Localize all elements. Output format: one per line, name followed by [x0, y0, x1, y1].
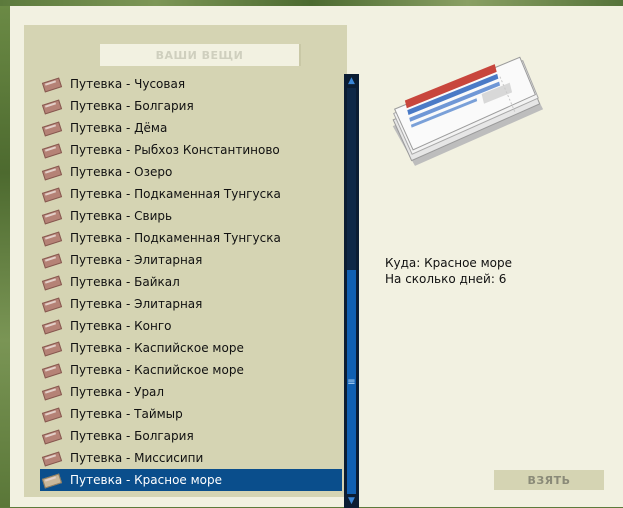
list-item-label: Путевка - Каспийское море	[70, 363, 244, 377]
list-item-label: Путевка - Элитарная	[70, 253, 203, 267]
days-label: На сколько дней:	[385, 272, 495, 286]
background-terrain-left	[0, 6, 10, 507]
item-details: Куда: Красное море На сколько дней: 6	[385, 255, 512, 287]
ticket-icon	[41, 209, 63, 225]
destination-value: Красное море	[424, 256, 513, 270]
list-item-label: Путевка - Конго	[70, 319, 172, 333]
list-item[interactable]: Путевка - Байкал	[40, 271, 342, 293]
destination-row: Куда: Красное море	[385, 255, 512, 271]
list-item-label: Путевка - Каспийское море	[70, 341, 244, 355]
list-item-label: Путевка - Элитарная	[70, 297, 203, 311]
ticket-icon	[41, 121, 63, 137]
ticket-icon	[41, 187, 63, 203]
destination-label: Куда:	[385, 256, 421, 270]
list-item[interactable]: Путевка - Болгария	[40, 425, 342, 447]
scroll-down-arrow-icon[interactable]: ▼	[344, 494, 359, 508]
list-item-label: Путевка - Болгария	[70, 429, 194, 443]
list-item-label: Путевка - Урал	[70, 385, 165, 399]
list-item[interactable]: Путевка - Чусовая	[40, 73, 342, 95]
list-item[interactable]: Путевка - Миссисипи	[40, 447, 342, 469]
items-list: Путевка - Чусовая Путевка - Болгария Путев…	[40, 73, 342, 491]
list-item[interactable]: Путевка - Каспийское море	[40, 337, 342, 359]
ticket-icon	[41, 165, 63, 181]
list-item-label: Путевка - Подкаменная Тунгуска	[70, 231, 281, 245]
list-item-label: Путевка - Озеро	[70, 165, 173, 179]
ticket-icon	[41, 407, 63, 423]
items-list-box: ВАШИ ВЕЩИ Путевка - Чусовая Путевка - Бол…	[24, 25, 359, 508]
days-row: На сколько дней: 6	[385, 271, 512, 287]
take-button[interactable]: ВЗЯТЬ	[494, 470, 604, 490]
list-item[interactable]: Путевка - Озеро	[40, 161, 342, 183]
list-item-label: Путевка - Байкал	[70, 275, 180, 289]
ticket-icon	[41, 429, 63, 445]
ticket-icon	[41, 77, 63, 93]
list-item[interactable]: Путевка - Свирь	[40, 205, 342, 227]
list-item-label: Путевка - Подкаменная Тунгуска	[70, 187, 281, 201]
ticket-icon	[41, 253, 63, 269]
ticket-icon	[41, 275, 63, 291]
list-item[interactable]: Путевка - Таймыр	[40, 403, 342, 425]
list-item[interactable]: Путевка - Болгария	[40, 95, 342, 117]
ticket-icon	[41, 319, 63, 335]
panel-title: ВАШИ ВЕЩИ	[155, 48, 244, 62]
list-item-label: Путевка - Рыбхоз Константиново	[70, 143, 280, 157]
panel-title-tab: ВАШИ ВЕЩИ	[100, 44, 301, 66]
list-item[interactable]: Путевка - Красное море	[40, 469, 342, 491]
list-item-label: Путевка - Чусовая	[70, 77, 186, 91]
ticket-icon	[41, 473, 63, 489]
list-item-label: Путевка - Болгария	[70, 99, 194, 113]
ticket-icon	[41, 297, 63, 313]
list-item[interactable]: Путевка - Элитарная	[40, 293, 342, 315]
list-item[interactable]: Путевка - Рыбхоз Константиново	[40, 139, 342, 161]
list-item-label: Путевка - Красное море	[70, 473, 222, 487]
list-item[interactable]: Путевка - Подкаменная Тунгуска	[40, 227, 342, 249]
ticket-bundle-image	[380, 46, 550, 176]
list-item-label: Путевка - Свирь	[70, 209, 173, 223]
ticket-icon	[41, 231, 63, 247]
list-item[interactable]: Путевка - Элитарная	[40, 249, 342, 271]
list-item-label: Путевка - Таймыр	[70, 407, 183, 421]
ticket-icon	[41, 99, 63, 115]
list-item[interactable]: Путевка - Конго	[40, 315, 342, 337]
list-item-label: Путевка - Дёма	[70, 121, 168, 135]
list-item-label: Путевка - Миссисипи	[70, 451, 204, 465]
scroll-up-arrow-icon[interactable]: ▲	[344, 74, 359, 88]
list-item[interactable]: Путевка - Урал	[40, 381, 342, 403]
list-item[interactable]: Путевка - Подкаменная Тунгуска	[40, 183, 342, 205]
list-item[interactable]: Путевка - Каспийское море	[40, 359, 342, 381]
ticket-icon	[41, 143, 63, 159]
days-value: 6	[498, 272, 507, 286]
scroll-thumb[interactable]: ≡	[347, 270, 356, 494]
list-item[interactable]: Путевка - Дёма	[40, 117, 342, 139]
ticket-icon	[41, 385, 63, 401]
ticket-icon	[41, 363, 63, 379]
ticket-icon	[41, 341, 63, 357]
list-scrollbar[interactable]: ▲ ≡ ▼	[344, 74, 359, 508]
inventory-panel: ВАШИ ВЕЩИ Путевка - Чусовая Путевка - Бол…	[10, 6, 623, 508]
ticket-icon	[41, 451, 63, 467]
